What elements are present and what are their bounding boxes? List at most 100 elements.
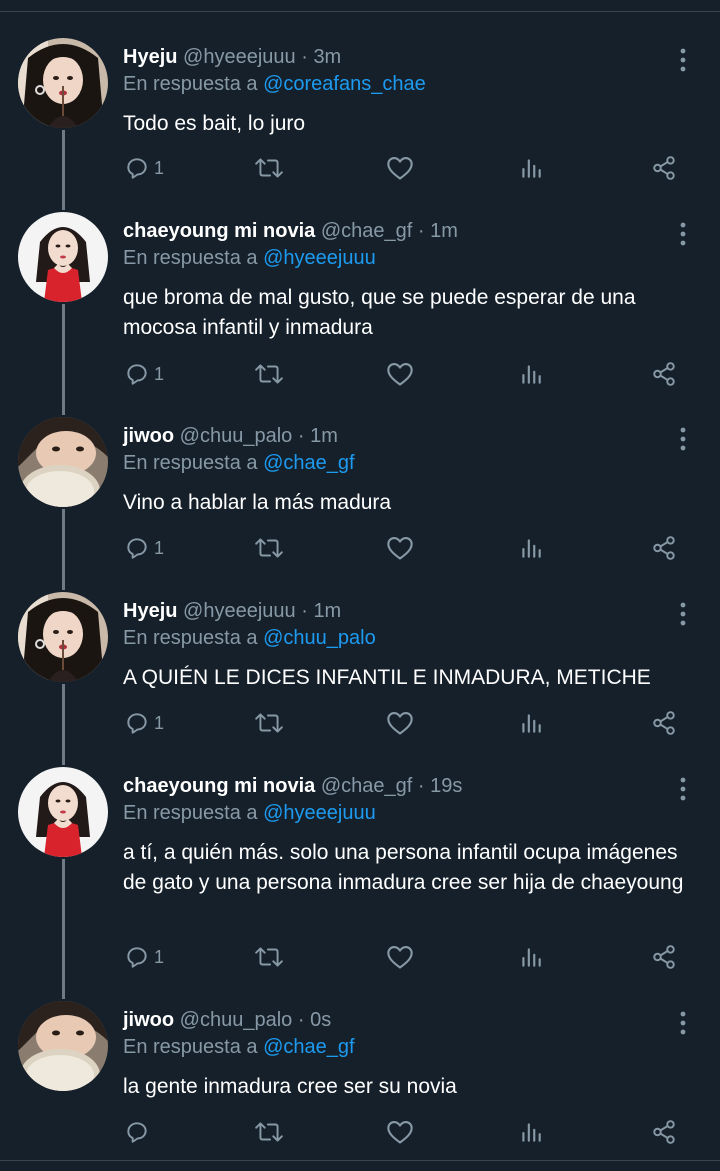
user-handle[interactable]: @chae_gf [321, 220, 412, 242]
reply-count: 1 [154, 537, 165, 558]
reply-button[interactable]: 1 [124, 356, 164, 392]
tweet-header: chaeyoung mi novia @chae_gf · 19s [123, 773, 462, 799]
stats-icon [518, 944, 544, 970]
retweet-icon [254, 535, 284, 561]
retweet-button[interactable] [254, 356, 284, 392]
reply-count: 1 [154, 946, 165, 967]
stats-button[interactable] [518, 1114, 544, 1150]
reply-mention-link[interactable]: @chuu_palo [263, 627, 376, 649]
timestamp[interactable]: 1m [310, 425, 338, 447]
timestamp[interactable]: 19s [430, 775, 462, 797]
reply-mention-link[interactable]: @hyeeejuuu [263, 802, 376, 824]
tweet-text: que broma de mal gusto, que se puede esp… [123, 286, 636, 339]
tweet-header: jiwoo @chuu_palo · 0s [123, 1007, 331, 1033]
timestamp[interactable]: 1m [430, 220, 458, 242]
avatar[interactable] [18, 212, 108, 302]
share-button[interactable] [650, 530, 678, 566]
tweet-actions: 1 [0, 939, 720, 975]
share-button[interactable] [650, 356, 678, 392]
retweet-icon [254, 944, 284, 970]
separator-dot: · [301, 46, 308, 68]
user-handle[interactable]: @chae_gf [321, 775, 412, 797]
tweet-actions: 1 [0, 150, 720, 186]
display-name[interactable]: jiwoo [123, 425, 174, 447]
reply-button[interactable]: 1 [124, 150, 164, 186]
like-button[interactable] [386, 1114, 414, 1150]
display-name[interactable]: chaeyoung mi novia [123, 775, 315, 797]
stats-button[interactable] [518, 939, 544, 975]
share-icon [650, 1119, 678, 1145]
top-divider [0, 11, 720, 12]
stats-button[interactable] [518, 705, 544, 741]
timestamp[interactable]: 0s [310, 1009, 331, 1031]
share-button[interactable] [650, 939, 678, 975]
like-button[interactable] [386, 530, 414, 566]
reply-icon [124, 535, 150, 561]
display-name[interactable]: jiwoo [123, 1009, 174, 1031]
reply-count: 1 [154, 363, 165, 384]
stats-button[interactable] [518, 150, 544, 186]
display-name[interactable]: Hyeju [123, 600, 177, 622]
tweet-actions: 1 [0, 356, 720, 392]
share-button[interactable] [650, 705, 678, 741]
retweet-icon [254, 155, 284, 181]
like-button[interactable] [386, 705, 414, 741]
reply-mention-link[interactable]: @coreafans_chae [263, 73, 426, 95]
more-icon[interactable] [672, 775, 694, 803]
retweet-icon [254, 1119, 284, 1145]
more-icon[interactable] [672, 425, 694, 453]
reply-button[interactable] [124, 1114, 154, 1150]
tweet-header: Hyeju @hyeeejuuu · 3m [123, 44, 341, 70]
like-button[interactable] [386, 150, 414, 186]
retweet-button[interactable] [254, 705, 284, 741]
bottom-divider [0, 1160, 720, 1161]
reply-mention-link[interactable]: @hyeeejuuu [263, 247, 376, 269]
display-name[interactable]: chaeyoung mi novia [123, 220, 315, 242]
reply-button[interactable]: 1 [124, 939, 164, 975]
like-button[interactable] [386, 939, 414, 975]
reply-mention-link[interactable]: @chae_gf [263, 1036, 354, 1058]
avatar[interactable] [18, 767, 108, 857]
user-handle[interactable]: @hyeeejuuu [183, 600, 296, 622]
timestamp[interactable]: 1m [313, 600, 341, 622]
user-handle[interactable]: @chuu_palo [180, 1009, 293, 1031]
more-icon[interactable] [672, 220, 694, 248]
display-name[interactable]: Hyeju [123, 46, 177, 68]
tweet-header: chaeyoung mi novia @chae_gf · 1m [123, 218, 458, 244]
user-handle[interactable]: @chuu_palo [180, 425, 293, 447]
avatar[interactable] [18, 1001, 108, 1091]
more-icon[interactable] [672, 1009, 694, 1037]
retweet-button[interactable] [254, 530, 284, 566]
reply-context: En respuesta a @hyeeejuuu [123, 245, 376, 271]
retweet-button[interactable] [254, 150, 284, 186]
user-handle[interactable]: @hyeeejuuu [183, 46, 296, 68]
reply-button[interactable]: 1 [124, 705, 164, 741]
reply-mention-link[interactable]: @chae_gf [263, 452, 354, 474]
avatar[interactable] [18, 417, 108, 507]
like-button[interactable] [386, 356, 414, 392]
tweet-actions [0, 1114, 720, 1150]
more-icon[interactable] [672, 46, 694, 74]
reply-prefix: En respuesta a [123, 452, 264, 474]
more-icon[interactable] [672, 600, 694, 628]
retweet-button[interactable] [254, 939, 284, 975]
share-button[interactable] [650, 150, 678, 186]
retweet-button[interactable] [254, 1114, 284, 1150]
timestamp[interactable]: 3m [313, 46, 341, 68]
reply-context: En respuesta a @chae_gf [123, 450, 355, 476]
reply-button[interactable]: 1 [124, 530, 164, 566]
share-icon [650, 944, 678, 970]
tweet-header: Hyeju @hyeeejuuu · 1m [123, 598, 341, 624]
reply-count: 1 [154, 157, 165, 178]
reply-context: En respuesta a @chuu_palo [123, 625, 376, 651]
avatar[interactable] [18, 592, 108, 682]
heart-icon [386, 535, 414, 561]
share-button[interactable] [650, 1114, 678, 1150]
share-icon [650, 710, 678, 736]
tweet-text: Vino a hablar la más madura [123, 491, 392, 514]
share-icon [650, 361, 678, 387]
avatar[interactable] [18, 38, 108, 128]
stats-button[interactable] [518, 530, 544, 566]
retweet-icon [254, 361, 284, 387]
stats-button[interactable] [518, 356, 544, 392]
